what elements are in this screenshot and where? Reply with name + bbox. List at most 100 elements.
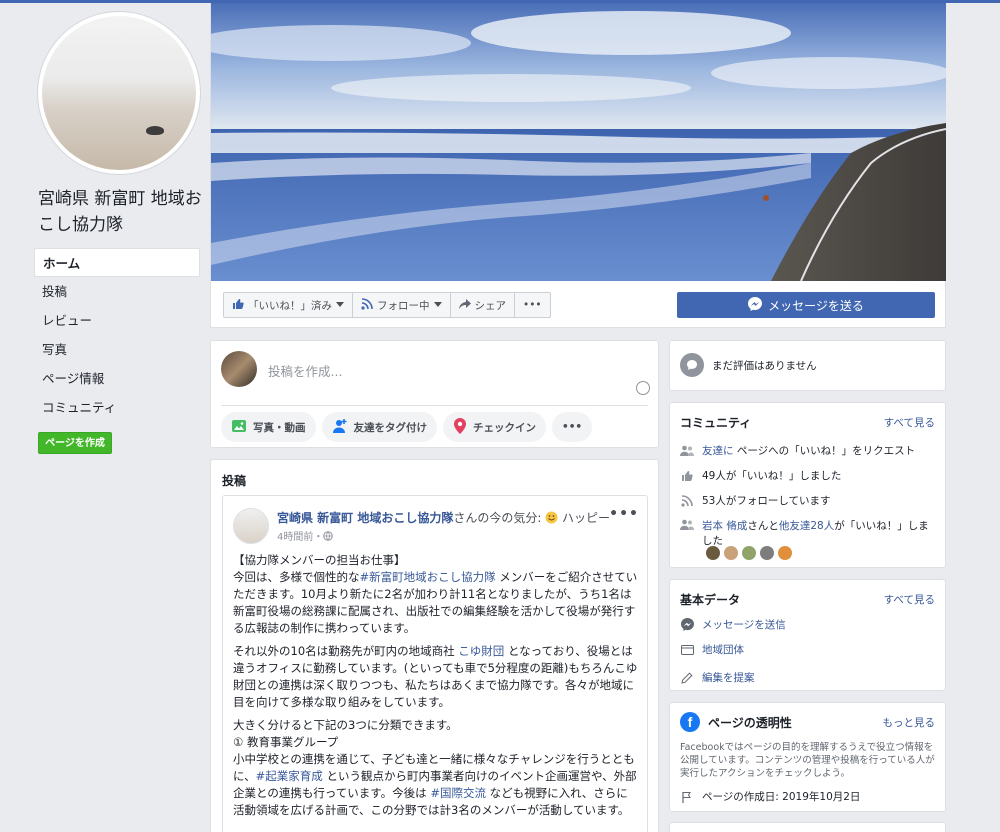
share-arrow-icon <box>458 298 471 313</box>
koyu-foundation-link[interactable]: こゆ財団 <box>458 644 504 658</box>
community-card: コミュニティ すべて見る 友達に ページへの「いいね！」をリクエスト 49人が「… <box>669 402 946 568</box>
friends-liked-row: 岩本 脩成さんと他友達28人が「いいね！」しました <box>680 518 938 548</box>
composer-divider <box>221 405 648 406</box>
location-pin-icon <box>453 417 467 437</box>
posts-heading: 投稿 <box>222 474 247 488</box>
friend-avatar[interactable] <box>760 546 774 560</box>
thumbs-up-icon <box>680 469 694 483</box>
share-button[interactable]: シェア <box>451 293 515 317</box>
create-page-button[interactable]: ページを作成 <box>38 432 112 454</box>
post-options-button[interactable]: ••• <box>609 506 639 522</box>
page-transparency-card: f ページの透明性 もっと見る Facebookではページの目的を理解するうえで… <box>669 702 946 812</box>
post-item: 宮崎県 新富町 地域おこし協力隊さんの今の気分: ハッピー 4時間前・ ••• … <box>222 495 648 832</box>
likes-count-text: 49人が「いいね！」しました <box>702 470 842 482</box>
send-message-row: メッセージを送信 <box>680 617 938 632</box>
liked-label: 「いいね！」済み <box>248 299 332 312</box>
liked-button[interactable]: 「いいね！」済み <box>224 293 353 317</box>
no-reviews-row: まだ評価はありません <box>680 353 938 377</box>
composer-input[interactable]: 投稿を作成... <box>268 361 342 380</box>
basic-info-see-all-link[interactable]: すべて見る <box>884 592 935 607</box>
tag-friends-button[interactable]: 友達をタグ付け <box>321 412 437 442</box>
send-message-button[interactable]: メッセージを送る <box>677 292 935 318</box>
post-body: 【協力隊メンバーの担当お仕事】 今回は、多様で個性的な#新富町地域おこし協力隊 メ… <box>233 552 639 825</box>
nav-item-about[interactable]: ページ情報 <box>34 364 200 393</box>
photo-video-label: 写真・動画 <box>253 421 306 434</box>
check-in-button[interactable]: チェックイン <box>443 412 546 442</box>
nav-item-photos[interactable]: 写真 <box>34 335 200 364</box>
other-friends-link[interactable]: 他友達28人 <box>779 520 834 532</box>
invite-text: ページへの「いいね！」をリクエスト <box>736 445 916 457</box>
rss-icon <box>680 494 694 508</box>
post-time-text: 4時間前・ <box>277 532 324 543</box>
transparency-description: Facebookではページの目的を理解するうえで役立つ情報を公開しています。コン… <box>680 742 935 779</box>
following-button[interactable]: フォロー中 <box>353 293 451 317</box>
people-icon <box>680 518 694 532</box>
feeling-label: ハッピー <box>562 511 611 525</box>
more-options-button[interactable]: ••• <box>515 293 550 317</box>
community-see-all-link[interactable]: すべて見る <box>884 415 935 430</box>
review-bubble-icon <box>680 353 704 377</box>
chevron-down-icon <box>336 299 344 311</box>
post-text: 今回は、多様で個性的な <box>233 570 360 584</box>
chevron-down-icon <box>433 299 442 311</box>
hashtag-link[interactable]: #新富町地域おこし協力隊 <box>360 570 496 584</box>
transparency-see-more-link[interactable]: もっと見る <box>883 715 936 730</box>
basic-info-card: 基本データ すべて見る メッセージを送信 地域団体 編集を提案 <box>669 579 946 691</box>
friend-avatar[interactable] <box>706 546 720 560</box>
cover-photo[interactable] <box>211 3 946 281</box>
page-created-text: ページの作成日: 2019年10月2日 <box>702 791 861 803</box>
nav-item-community[interactable]: コミュニティ <box>34 393 200 422</box>
post-timestamp[interactable]: 4時間前・ <box>277 528 334 543</box>
people-icon <box>680 444 694 458</box>
feeling-prefix: さんの今の気分: <box>453 511 546 525</box>
suggest-edit-link[interactable]: 編集を提案 <box>702 670 755 685</box>
community-title: コミュニティ <box>680 416 752 430</box>
nav-item-posts[interactable]: 投稿 <box>34 277 200 306</box>
posts-section: 投稿 宮崎県 新富町 地域おこし協力隊さんの今の気分: ハッピー 4時間前・ •… <box>210 459 659 832</box>
cover-beach-illustration <box>211 3 946 281</box>
following-label: フォロー中 <box>377 299 430 312</box>
send-message-link[interactable]: メッセージを送信 <box>702 617 786 632</box>
category-link[interactable]: 地域団体 <box>702 642 744 657</box>
composer-actions: 写真・動画 友達をタグ付け チェックイン ••• <box>221 412 593 442</box>
friend-avatar[interactable] <box>742 546 756 560</box>
friend-avatar[interactable] <box>778 546 792 560</box>
post-text: それ以外の10名は勤務先が町内の地域商社 <box>233 644 455 658</box>
no-reviews-text: まだ評価はありません <box>712 359 817 372</box>
nav-item-home[interactable]: ホーム <box>34 248 200 277</box>
emoji-icon[interactable] <box>636 381 650 395</box>
post-header: 宮崎県 新富町 地域おこし協力隊さんの今の気分: ハッピー <box>277 509 610 526</box>
composer-avatar <box>221 351 257 387</box>
followers-count-row: 53人がフォローしています <box>680 493 938 508</box>
send-message-label: メッセージを送る <box>768 298 864 313</box>
friend-avatar[interactable] <box>724 546 738 560</box>
post-composer: 投稿を作成... 写真・動画 友達をタグ付け チェックイン ••• <box>210 340 659 448</box>
pencil-icon <box>680 671 694 685</box>
friend-name-link[interactable]: 岩本 脩成 <box>702 520 747 532</box>
share-label: シェア <box>474 299 507 312</box>
profile-photo-beach <box>42 16 196 170</box>
category-row: 地域団体 <box>680 642 938 657</box>
thumbs-up-icon <box>232 298 244 313</box>
globe-icon <box>323 531 334 543</box>
photo-video-button[interactable]: 写真・動画 <box>221 412 316 442</box>
suggest-edit-row: 編集を提案 <box>680 670 938 685</box>
profile-picture[interactable] <box>38 12 200 174</box>
turtle-figure <box>146 126 164 135</box>
messenger-icon <box>748 296 763 314</box>
composer-more-button[interactable]: ••• <box>552 412 593 442</box>
page-action-bar: 「いいね！」済み フォロー中 シェア ••• <box>223 292 551 318</box>
tag-friends-icon <box>332 418 348 437</box>
invite-friends-row: 友達に ページへの「いいね！」をリクエスト <box>680 443 938 458</box>
nav-item-reviews[interactable]: レビュー <box>34 306 200 335</box>
invite-friends-link[interactable]: 友達に <box>702 445 734 457</box>
hashtag-link[interactable]: #国際交流 <box>430 786 486 800</box>
facebook-logo-icon: f <box>680 712 700 732</box>
hashtag-link[interactable]: #起業家育成 <box>256 769 323 783</box>
smiley-icon <box>545 511 558 525</box>
tag-friends-label: 友達をタグ付け <box>353 421 428 434</box>
basic-info-title: 基本データ <box>680 593 741 607</box>
post-author-avatar[interactable] <box>233 508 269 544</box>
left-navigation: ホーム 投稿 レビュー 写真 ページ情報 コミュニティ <box>34 248 200 422</box>
post-author-link[interactable]: 宮崎県 新富町 地域おこし協力隊 <box>277 511 453 525</box>
